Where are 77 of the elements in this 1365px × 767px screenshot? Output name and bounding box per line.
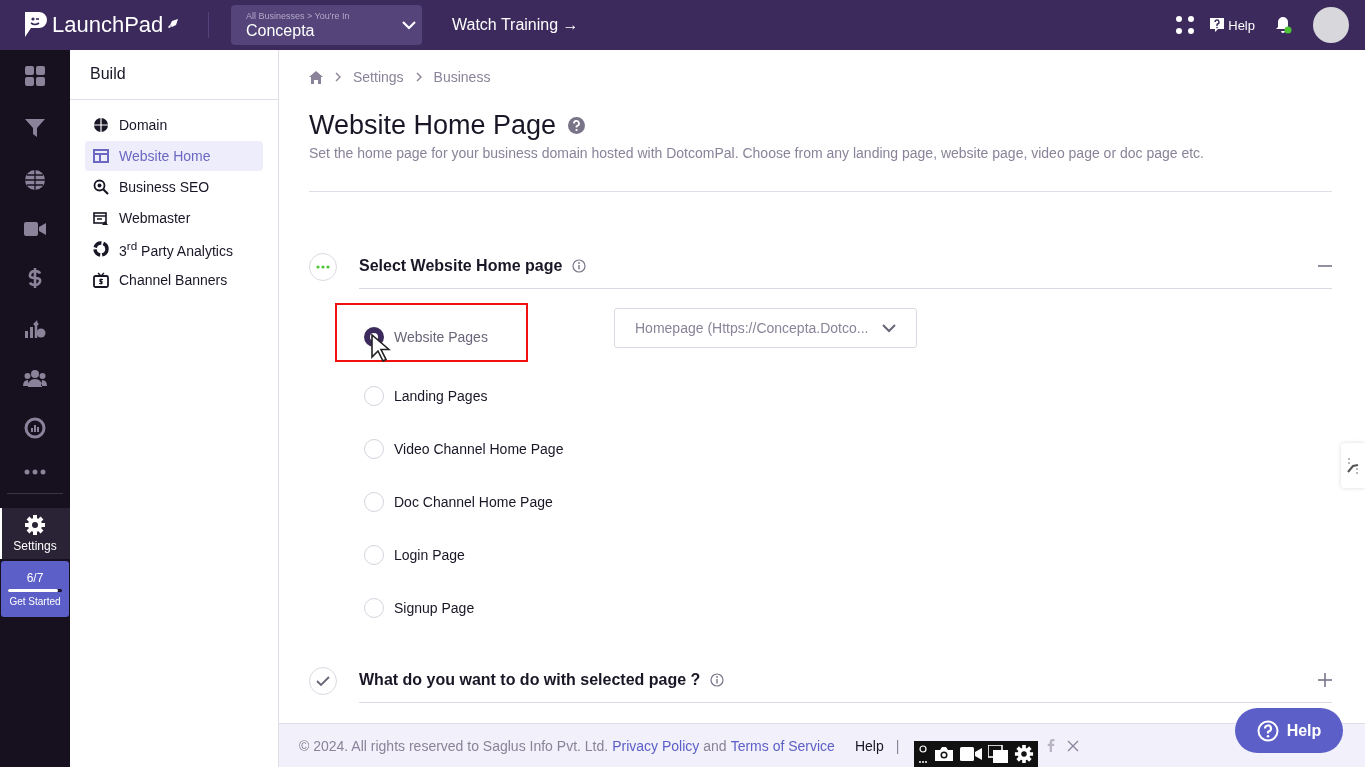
option-label[interactable]: Login Page bbox=[394, 547, 465, 563]
help-circle-icon[interactable] bbox=[568, 117, 586, 134]
footer-help-link[interactable]: Help bbox=[854, 737, 884, 754]
breadcrumb-link[interactable]: Settings bbox=[353, 69, 404, 85]
windows-icon[interactable] bbox=[988, 745, 1008, 763]
business-switcher[interactable]: All Businesses > You're In Concepta bbox=[231, 5, 422, 45]
sidebar-item[interactable]: Webmaster bbox=[85, 203, 263, 233]
info-icon[interactable] bbox=[710, 673, 725, 687]
question-bubble-icon bbox=[1209, 17, 1226, 33]
funnel-icon[interactable] bbox=[24, 117, 46, 139]
radio-button[interactable] bbox=[364, 492, 384, 512]
gauge-icon[interactable] bbox=[24, 417, 46, 439]
option-label[interactable]: Landing Pages bbox=[394, 388, 488, 404]
apps-grid-icon[interactable] bbox=[1175, 15, 1196, 35]
team-icon[interactable] bbox=[23, 369, 47, 387]
sidebar-item[interactable]: Business SEO bbox=[85, 172, 263, 202]
chevron-down-icon bbox=[402, 20, 416, 30]
option-label[interactable]: Video Channel Home Page bbox=[394, 441, 564, 457]
dots-icon[interactable] bbox=[918, 743, 928, 765]
help-button[interactable]: Help bbox=[1235, 708, 1343, 753]
sidebar-item[interactable]: Channel Banners bbox=[85, 265, 263, 295]
ring-chart-icon bbox=[93, 241, 109, 257]
sidebar-item[interactable]: 3$^{rd}$ Party Analytics bbox=[85, 234, 263, 264]
home-icon[interactable] bbox=[309, 70, 323, 84]
terms-link[interactable]: Terms of Service bbox=[730, 737, 835, 754]
question-circle-icon bbox=[1256, 719, 1279, 742]
chevron-right-icon bbox=[335, 72, 341, 82]
radio-button[interactable] bbox=[364, 598, 384, 618]
get-started-label: Get Started bbox=[9, 596, 61, 607]
chevron-down-icon bbox=[882, 323, 896, 333]
page-description: Set the home page for your business domain hosted with DotcomPal. Choose from any landing page, website page, video page or doc page etc. bbox=[309, 145, 1205, 161]
x-logo-icon[interactable] bbox=[1067, 739, 1080, 752]
info-icon[interactable] bbox=[572, 259, 587, 273]
growth-chart-icon[interactable] bbox=[24, 319, 46, 339]
breadcrumb-link[interactable]: Business bbox=[433, 69, 491, 85]
more-icon[interactable] bbox=[24, 469, 46, 475]
option-label[interactable]: Doc Channel Home Page bbox=[394, 494, 553, 510]
globe-icon[interactable] bbox=[24, 169, 46, 191]
help-link[interactable]: Help bbox=[1209, 17, 1255, 33]
section-title[interactable]: Select Website Home page bbox=[359, 257, 563, 275]
conjunction-text: and bbox=[703, 737, 727, 754]
progress-card[interactable]: 6/7 Get Started bbox=[1, 561, 69, 617]
browser-window-icon bbox=[93, 210, 109, 226]
settings-icon[interactable] bbox=[1014, 744, 1034, 764]
dollar-icon[interactable] bbox=[28, 267, 42, 289]
rocket-icon bbox=[167, 18, 180, 30]
dashboard-grid-icon[interactable] bbox=[24, 65, 46, 87]
radio-button[interactable] bbox=[364, 439, 384, 459]
radio-button[interactable] bbox=[364, 545, 384, 565]
expand-plus-icon[interactable] bbox=[1318, 673, 1332, 687]
chevron-right-icon bbox=[415, 72, 422, 82]
option-label[interactable]: Signup Page bbox=[394, 600, 475, 616]
avatar[interactable] bbox=[1313, 7, 1349, 43]
layout-icon bbox=[93, 148, 109, 164]
side-tab[interactable] bbox=[1341, 443, 1365, 488]
settings-nav-item[interactable]: Settings bbox=[0, 508, 70, 559]
page-dropdown[interactable]: Homepage (Https://Concepta.Dotco... bbox=[614, 308, 917, 348]
collapse-arrows-icon bbox=[1347, 455, 1359, 476]
gear-icon bbox=[24, 514, 46, 536]
logo-text[interactable]: LaunchPad bbox=[52, 12, 164, 38]
sidebar-item[interactable]: Website Home bbox=[85, 141, 263, 171]
option-label[interactable]: Website Pages bbox=[394, 329, 488, 345]
camera-icon[interactable] bbox=[934, 746, 954, 762]
watch-training-link[interactable]: Watch Training → bbox=[452, 16, 579, 34]
section-title[interactable]: What do you want to do with selected page ? bbox=[359, 671, 701, 689]
sidebar-item[interactable]: Domain bbox=[85, 110, 263, 140]
video-camera-icon[interactable] bbox=[960, 747, 982, 761]
separator-text: | bbox=[895, 737, 900, 754]
copyright-text: © 2024. All rights reserved to Saglus Info Pvt. Ltd. bbox=[299, 737, 609, 754]
globe-icon bbox=[93, 117, 109, 133]
page-title: Website Home Page bbox=[309, 110, 557, 141]
sidebar-title: Build bbox=[70, 50, 278, 100]
tv-icon bbox=[93, 272, 109, 288]
progress-count: 6/7 bbox=[26, 571, 44, 585]
magnifier-icon bbox=[93, 179, 109, 195]
privacy-policy-link[interactable]: Privacy Policy bbox=[612, 737, 700, 754]
radio-button[interactable] bbox=[364, 386, 384, 406]
